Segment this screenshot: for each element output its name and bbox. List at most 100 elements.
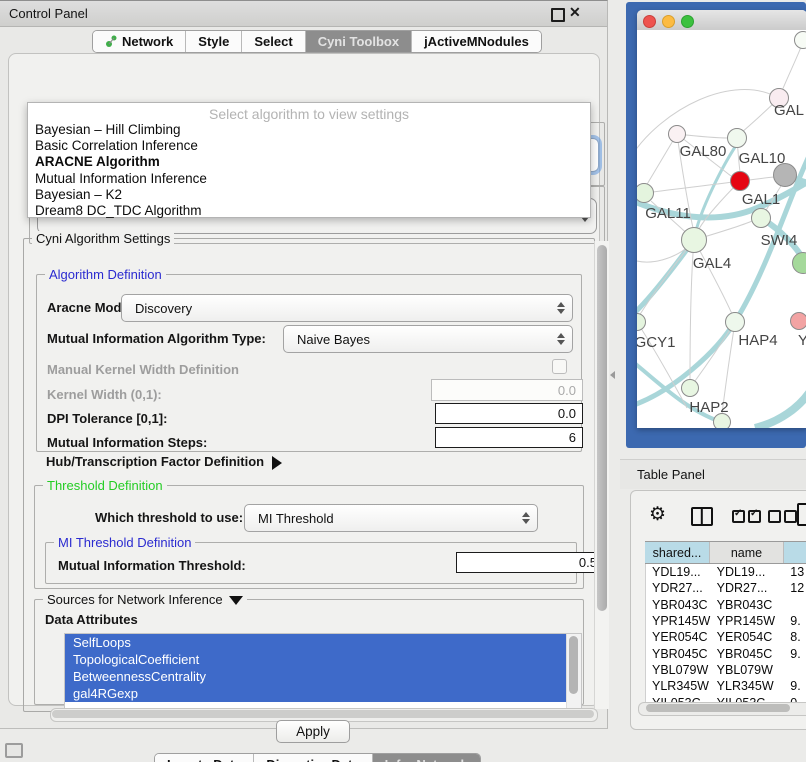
data-attribute-item[interactable]: TopologicalCoefficient [65, 651, 567, 668]
deselect-checks-icon[interactable] [768, 510, 800, 528]
table-cell: YBR045C [646, 647, 711, 661]
float-window-icon[interactable] [551, 8, 565, 22]
table-cell: YLR345W [711, 679, 785, 693]
tab-label: jActiveMNodules [424, 34, 529, 49]
table-row[interactable]: YBR045CYBR045C9. [646, 645, 806, 661]
data-attribute-item[interactable]: BetweennessCentrality [65, 668, 567, 685]
close-icon[interactable]: ✕ [569, 4, 581, 21]
combo-stepper-icon [522, 512, 530, 524]
table-row[interactable]: YLR345WYLR345W9. [646, 678, 806, 694]
settings-vertical-scrollbar[interactable] [594, 241, 609, 709]
table-column-header[interactable]: name [710, 542, 784, 563]
table-column-header[interactable] [784, 542, 806, 563]
control-panel-title: Control Panel [9, 6, 88, 21]
data-attributes-label: Data Attributes [45, 612, 138, 627]
close-traffic-icon[interactable] [643, 15, 656, 28]
algorithm-option[interactable]: ARACNE Algorithm [28, 154, 590, 170]
aracne-mode-combobox[interactable]: Discovery [121, 294, 573, 322]
tab-network[interactable]: Network [93, 31, 185, 52]
dpi-tolerance-input[interactable]: 0.0 [435, 403, 583, 424]
tab-label: Select [254, 34, 292, 49]
network-node[interactable] [790, 312, 806, 330]
tab-select[interactable]: Select [241, 31, 304, 52]
network-node-label: GAL80 [680, 143, 727, 160]
algorithm-dropdown-popup: Select algorithm to view settings Bayesi… [27, 102, 591, 218]
network-node[interactable] [681, 379, 699, 397]
table-cell: 9. [784, 647, 806, 661]
data-attribute-item[interactable]: SelfLoops [65, 634, 567, 651]
table-row[interactable]: YIL053CYIL053C0 [646, 694, 806, 702]
algorithm-option[interactable]: Dream8 DC_TDC Algorithm [28, 203, 590, 219]
tab-label: Network [122, 34, 173, 49]
scrollbar-thumb[interactable] [646, 704, 790, 712]
mi-threshold-title: MI Threshold Definition [54, 535, 195, 550]
bottom-tab-impute-data[interactable]: Impute Data [155, 754, 253, 762]
table-row[interactable]: YER054CYER054C8. [646, 629, 806, 645]
network-node-label: HAP2 [689, 399, 728, 416]
tab-label: Discretize Data [266, 757, 359, 762]
algorithm-option[interactable]: Bayesian – K2 [28, 187, 590, 203]
hub-definition-toggle[interactable]: Hub/Transcription Factor Definition [46, 454, 282, 470]
select-all-checks-icon[interactable] [732, 510, 764, 528]
mi-steps-input[interactable]: 6 [435, 427, 583, 448]
collapsed-panel-icon[interactable] [5, 743, 23, 758]
network-node[interactable] [751, 208, 771, 228]
network-node[interactable] [794, 31, 806, 49]
apply-button[interactable]: Apply [276, 720, 350, 743]
tab-jactivemnodules[interactable]: jActiveMNodules [411, 31, 541, 52]
table-row[interactable]: YDL19...YDL19...13 [646, 564, 806, 580]
tab-style[interactable]: Style [185, 31, 241, 52]
scrollbar-thumb[interactable] [569, 636, 578, 694]
network-node[interactable] [730, 171, 750, 191]
panel-divider-handle[interactable] [610, 371, 615, 379]
table-row[interactable]: YDR27...YDR27...12 [646, 580, 806, 596]
main-tabs: Network Style Select Cyni Toolbox jActiveMNo… [92, 30, 542, 53]
list-vertical-scrollbar[interactable] [566, 634, 581, 708]
algorithm-option[interactable]: Bayesian – Hill Climbing [28, 122, 590, 138]
bottom-tab-infer-network[interactable]: Infer Network [372, 754, 480, 762]
network-tab-icon [105, 35, 118, 48]
table-row[interactable]: YBL079WYBL079W [646, 662, 806, 678]
scrollbar-thumb[interactable] [597, 245, 607, 611]
network-window-titlebar[interactable] [637, 10, 806, 31]
table-cell: 13 [784, 565, 806, 579]
data-attribute-item[interactable]: gal4RGexp [65, 685, 567, 702]
data-attributes-listbox[interactable]: SelfLoopsTopologicalCoefficientBetweenne… [64, 633, 582, 709]
algorithm-option[interactable]: Mutual Information Inference [28, 171, 590, 187]
collapsed-arrow-icon [272, 456, 282, 470]
aracne-mode-value: Discovery [122, 301, 192, 316]
gear-icon[interactable]: ⚙ [649, 503, 666, 526]
table-cell: YDL19... [646, 565, 711, 579]
network-node[interactable] [725, 312, 745, 332]
table-row[interactable]: YBR043CYBR043C [646, 597, 806, 613]
table-row[interactable]: YPR145WYPR145W9. [646, 613, 806, 629]
which-threshold-combobox[interactable]: MI Threshold [244, 504, 538, 532]
mi-threshold-input[interactable]: 0.5 [456, 552, 604, 573]
network-node[interactable] [668, 125, 686, 143]
kernel-width-input[interactable]: 0.0 [431, 379, 583, 401]
bottom-tab-discretize-data[interactable]: Discretize Data [253, 754, 371, 762]
table-header-row: shared...name [645, 541, 806, 564]
network-node-label: GAL [774, 102, 804, 119]
minimize-traffic-icon[interactable] [662, 15, 675, 28]
network-node-label: GAL1 [742, 191, 780, 208]
tab-label: Cyni Toolbox [318, 34, 399, 49]
columns-icon[interactable] [691, 507, 713, 526]
manual-kernel-checkbox[interactable] [552, 359, 567, 374]
tab-cyni-toolbox[interactable]: Cyni Toolbox [305, 31, 411, 52]
dpi-tolerance-label: DPI Tolerance [0,1]: [47, 411, 167, 426]
table-horizontal-scrollbar[interactable] [638, 702, 806, 716]
mi-type-combobox[interactable]: Naive Bayes [283, 325, 573, 353]
table-cell: YBL079W [711, 663, 785, 677]
network-node[interactable] [727, 128, 747, 148]
page-icon[interactable] [797, 503, 806, 526]
table-column-header[interactable]: shared... [645, 542, 710, 563]
algorithm-option[interactable]: Basic Correlation Inference [28, 138, 590, 154]
zoom-traffic-icon[interactable] [681, 15, 694, 28]
table-cell: YPR145W [711, 614, 785, 628]
network-canvas[interactable]: GALGAL80GAL10GAL1GAL11SWI4GAL4GCY1HAP4YH… [637, 30, 806, 428]
table-cell: YBR043C [646, 598, 711, 612]
table-cell: YBL079W [646, 663, 711, 677]
scrollbar-thumb[interactable] [52, 710, 594, 718]
network-node[interactable] [681, 227, 707, 253]
